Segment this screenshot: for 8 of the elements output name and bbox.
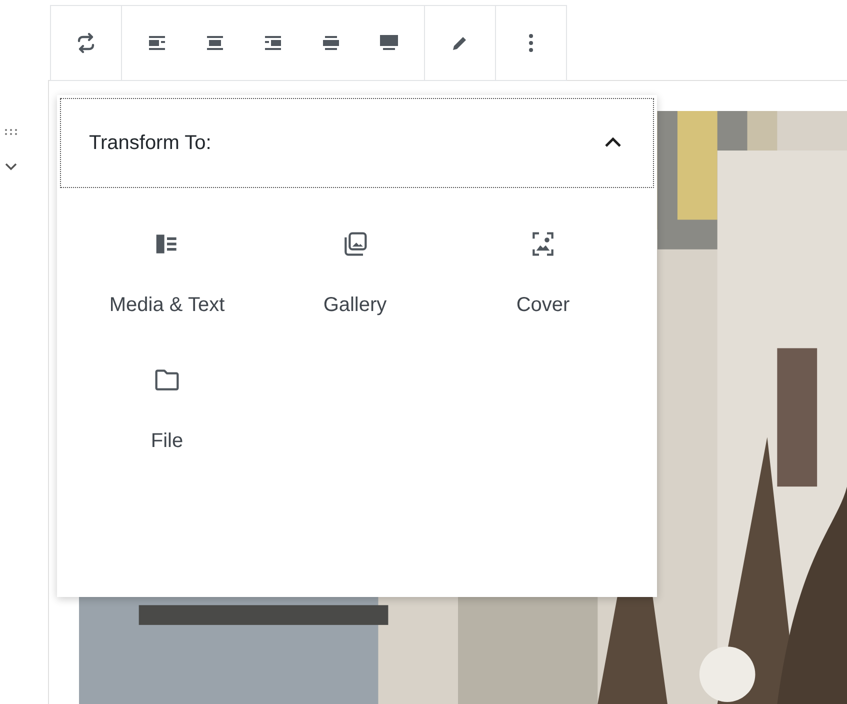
transform-option[interactable]: Media & Text [73, 228, 261, 320]
move-down-icon[interactable] [4, 162, 18, 172]
more-options-icon [528, 33, 534, 53]
drag-handle-icon[interactable] [4, 128, 18, 136]
transform-option[interactable]: Gallery [261, 228, 449, 320]
transform-header[interactable]: Transform To: [60, 98, 654, 188]
transform-option[interactable]: File [73, 364, 261, 456]
transform-option[interactable]: Cover [449, 228, 637, 320]
